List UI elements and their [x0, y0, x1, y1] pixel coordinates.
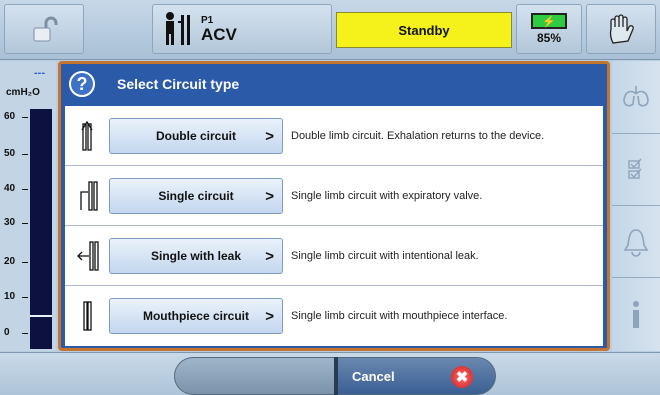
single-with-leak-icon — [77, 241, 99, 271]
tick-label: 0 — [4, 327, 27, 338]
pressure-value: --- — [34, 67, 45, 79]
chevron-right-icon: > — [265, 308, 274, 325]
ventilation-mode: ACV — [201, 24, 237, 44]
pressure-unit: cmH₂O — [6, 87, 40, 98]
choice-label: Single with leak — [150, 249, 242, 263]
cancel-label: Cancel — [352, 368, 395, 384]
monitoring-button[interactable] — [612, 61, 660, 133]
dialog-header: ? Select Circuit type — [61, 64, 607, 104]
tick-label: 40 — [4, 183, 29, 194]
choice-description: Single limb circuit with intentional lea… — [291, 250, 479, 262]
choice-description: Single limb circuit with expiratory valv… — [291, 190, 483, 202]
pressure-level-marker — [30, 315, 52, 317]
choice-description: Double limb circuit. Exhalation returns … — [291, 130, 545, 142]
chevron-right-icon: > — [265, 188, 274, 205]
pressure-bar — [30, 109, 52, 349]
choice-label: Double circuit — [155, 129, 236, 143]
choice-label: Single circuit — [158, 189, 234, 203]
lungs-icon — [623, 86, 649, 107]
checklist-button[interactable] — [612, 133, 660, 205]
single-circuit-button[interactable]: Single circuit > — [109, 178, 283, 214]
alarm-silence-button[interactable] — [586, 4, 656, 54]
tick-label: 50 — [4, 148, 29, 159]
battery-percent: 85% — [536, 31, 562, 45]
bottom-action-bar: Cancel ✖ — [0, 352, 660, 395]
chevron-right-icon: > — [265, 248, 274, 265]
top-status-bar: P1 ACV Standby ⚡ 85% — [0, 0, 660, 60]
hand-icon — [609, 14, 634, 44]
ventilation-mode-display[interactable]: P1 ACV — [152, 4, 332, 54]
choice-label: Mouthpiece circuit — [142, 309, 249, 323]
info-button[interactable] — [612, 277, 660, 351]
pressure-gauge: --- cmH₂O 60 50 40 30 20 10 0 — [0, 61, 56, 351]
dialog-title: Select Circuit type — [117, 76, 240, 92]
double-circuit-button[interactable]: Double circuit > — [109, 118, 283, 154]
list-item: Mouthpiece circuit > Single limb circuit… — [65, 286, 603, 346]
status-indicator[interactable]: Standby — [336, 12, 512, 48]
list-item: Single with leak > Single limb circuit w… — [65, 226, 603, 286]
unlock-icon — [33, 16, 58, 42]
checklist-icon — [628, 158, 642, 179]
mouthpiece-circuit-button[interactable]: Mouthpiece circuit > — [109, 298, 283, 334]
close-icon: ✖ — [451, 366, 473, 388]
circuit-options-list: Double circuit > Double limb circuit. Ex… — [65, 106, 603, 346]
tick-label: 10 — [4, 291, 29, 302]
tick-label: 20 — [4, 256, 29, 267]
question-icon[interactable]: ? — [69, 71, 95, 97]
chevron-right-icon: > — [265, 128, 274, 145]
list-item: Double circuit > Double limb circuit. Ex… — [65, 106, 603, 166]
alarms-button[interactable] — [612, 205, 660, 277]
tick-label: 30 — [4, 217, 29, 228]
single-with-leak-button[interactable]: Single with leak > — [109, 238, 283, 274]
mouthpiece-circuit-icon — [83, 301, 92, 331]
tick-label: 60 — [4, 111, 29, 122]
patient-icon — [166, 12, 190, 45]
double-circuit-icon — [81, 120, 93, 151]
select-circuit-dialog: ? Select Circuit type Double circuit > D… — [58, 61, 610, 351]
battery-charging-icon: ⚡ — [531, 13, 567, 29]
confirm-button-disabled — [174, 357, 336, 395]
lock-button[interactable] — [4, 4, 84, 54]
single-circuit-icon — [80, 181, 98, 211]
bell-icon — [623, 228, 649, 257]
right-sidebar — [612, 61, 660, 351]
cancel-button[interactable]: Cancel ✖ — [338, 357, 496, 395]
info-icon — [633, 300, 639, 328]
preset-label: P1 — [201, 14, 214, 26]
list-item: Single circuit > Single limb circuit wit… — [65, 166, 603, 226]
battery-indicator: ⚡ 85% — [516, 4, 582, 54]
choice-description: Single limb circuit with mouthpiece inte… — [291, 310, 508, 322]
